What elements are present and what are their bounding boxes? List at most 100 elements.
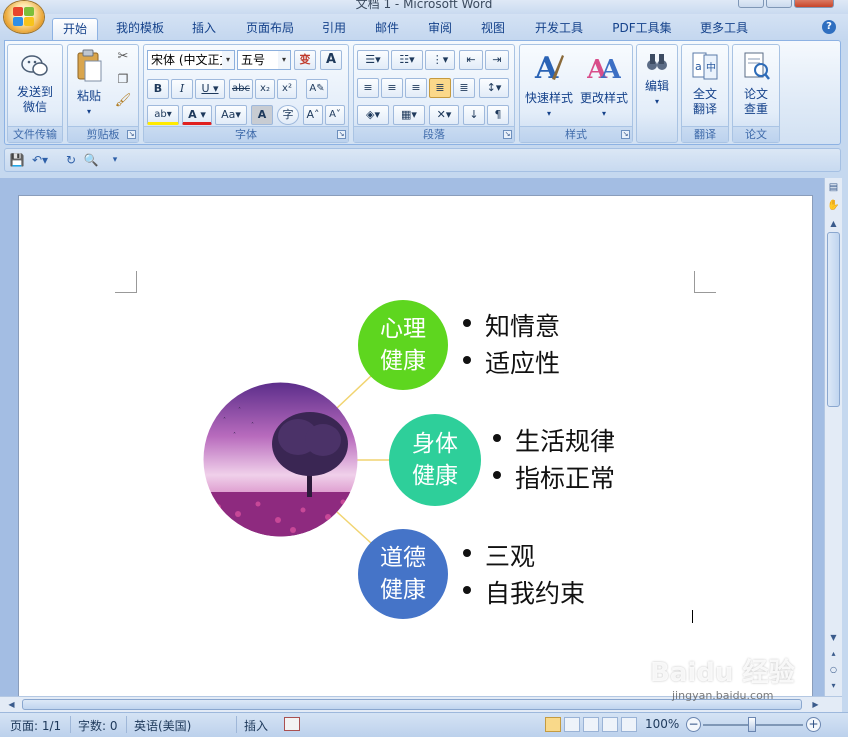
shrink-font-icon[interactable]: A˅ (325, 105, 345, 125)
full-text-translate-button[interactable]: a 中 全文 翻译 (684, 51, 726, 117)
font-launcher-icon[interactable]: ↘ (337, 130, 346, 139)
superscript-icon[interactable]: x² (277, 79, 297, 99)
shading-icon[interactable]: ◈▾ (357, 105, 389, 125)
change-styles-button[interactable]: A A 更改样式 ▾ (576, 49, 632, 121)
undo-icon[interactable]: ↶▾ (29, 152, 51, 168)
editing-button[interactable]: 编辑 ▾ (639, 51, 675, 109)
maximize-button[interactable] (766, 0, 792, 8)
tab-developer[interactable]: 开发工具 (527, 18, 591, 40)
minimize-button[interactable] (738, 0, 764, 8)
tab-insert[interactable]: 插入 (184, 18, 224, 40)
macro-record-icon[interactable] (284, 717, 300, 731)
decrease-indent-icon[interactable]: ⇤ (459, 50, 483, 70)
format-painter-icon[interactable]: 🖌 (112, 92, 134, 112)
send-to-wechat-button[interactable]: 发送到 微信 (10, 53, 60, 115)
previous-page-icon[interactable]: ▴ (826, 646, 841, 662)
outline-view-icon[interactable] (602, 717, 618, 732)
clear-formatting-icon[interactable]: A✎ (306, 79, 328, 99)
cut-icon[interactable]: ✂ (112, 48, 134, 68)
font-color-icon[interactable]: A ▾ (182, 105, 212, 125)
paper-check-button[interactable]: 论文 查重 (735, 51, 777, 117)
character-border-icon[interactable]: A (320, 50, 342, 70)
clipboard-launcher-icon[interactable]: ↘ (127, 130, 136, 139)
zoom-out-icon[interactable]: − (686, 717, 701, 732)
print-layout-view-icon[interactable] (545, 717, 561, 732)
zoom-slider-thumb[interactable] (748, 717, 756, 732)
document-page[interactable]: ˄ ˄ ˄ ˄ 心理 健康 知情意 适应性 身体 健康 生活规律 指标正常 道德 健康 三观… (18, 195, 813, 696)
align-center-icon[interactable]: ≡ (381, 78, 403, 98)
borders-icon[interactable]: ▦▾ (393, 105, 425, 125)
hand-icon[interactable]: ✋ (826, 198, 841, 214)
scroll-down-icon[interactable]: ▼ (826, 630, 841, 646)
redo-icon[interactable]: ↻ (63, 152, 79, 168)
sort-icon[interactable]: ↓ (463, 105, 485, 125)
justify-icon[interactable]: ≣ (429, 78, 451, 98)
node-mental-health[interactable]: 心理 健康 (358, 300, 448, 390)
font-size-combo[interactable]: 五号 ▾ (237, 50, 291, 70)
scroll-left-icon[interactable]: ◀ (4, 697, 19, 713)
tree-landscape-image[interactable]: ˄ ˄ ˄ ˄ (203, 382, 358, 537)
font-name-combo[interactable]: 宋体 (中文正文) ▾ (147, 50, 235, 70)
tab-pdf-tools[interactable]: PDF工具集 (604, 18, 680, 40)
language-status[interactable]: 英语(美国) (134, 717, 191, 734)
subscript-icon[interactable]: x₂ (255, 79, 275, 99)
enclose-characters-icon[interactable]: 字 (277, 105, 299, 125)
styles-launcher-icon[interactable]: ↘ (621, 130, 630, 139)
align-left-icon[interactable]: ≡ (357, 78, 379, 98)
font-name-dropdown-icon[interactable]: ▾ (222, 51, 234, 69)
help-icon[interactable]: ? (822, 20, 836, 34)
node-moral-health[interactable]: 道德 健康 (358, 529, 448, 619)
distributed-icon[interactable]: ≣ (453, 78, 475, 98)
highlight-icon[interactable]: ab▾ (147, 105, 179, 125)
tab-mailings[interactable]: 邮件 (367, 18, 407, 40)
zoom-level[interactable]: 100% (645, 717, 679, 731)
scroll-right-icon[interactable]: ▶ (808, 697, 823, 713)
insert-mode[interactable]: 插入 (244, 717, 268, 734)
ruler-toggle-icon[interactable]: ▤ (826, 180, 841, 196)
tab-review[interactable]: 审阅 (420, 18, 460, 40)
italic-icon[interactable]: I (171, 79, 193, 99)
increase-indent-icon[interactable]: ⇥ (485, 50, 509, 70)
full-screen-reading-icon[interactable] (564, 717, 580, 732)
align-right-icon[interactable]: ≡ (405, 78, 427, 98)
next-page-icon[interactable]: ▾ (826, 678, 841, 694)
copy-icon[interactable]: ❐ (112, 70, 134, 90)
character-shading-icon[interactable]: A (251, 105, 273, 125)
vertical-scroll-thumb[interactable] (827, 232, 840, 407)
office-button[interactable] (4, 1, 44, 33)
grow-font-icon[interactable]: A˄ (303, 105, 323, 125)
page-count[interactable]: 页面: 1/1 (10, 717, 61, 734)
paragraph-launcher-icon[interactable]: ↘ (503, 130, 512, 139)
browse-object-icon[interactable]: ○ (826, 662, 841, 678)
scroll-up-icon[interactable]: ▲ (826, 216, 841, 232)
print-preview-icon[interactable]: 🔍 (83, 152, 99, 168)
tab-references[interactable]: 引用 (314, 18, 354, 40)
font-size-dropdown-icon[interactable]: ▾ (278, 51, 290, 69)
close-button[interactable] (794, 0, 834, 8)
strikethrough-icon[interactable]: abc (229, 79, 253, 99)
tab-view[interactable]: 视图 (473, 18, 513, 40)
node-physical-health[interactable]: 身体 健康 (389, 414, 481, 506)
change-case-icon[interactable]: Aa▾ (215, 105, 247, 125)
phonetic-guide-icon[interactable]: 变 (294, 50, 316, 70)
multilevel-list-icon[interactable]: ⋮▾ (425, 50, 455, 70)
word-count[interactable]: 字数: 0 (78, 717, 118, 734)
vertical-scrollbar[interactable]: ▤ ✋ ▲ ▼ ▴ ○ ▾ (824, 178, 842, 696)
numbering-icon[interactable]: ☷▾ (391, 50, 423, 70)
zoom-in-icon[interactable]: + (806, 717, 821, 732)
bold-icon[interactable]: B (147, 79, 169, 99)
web-layout-icon[interactable] (583, 717, 599, 732)
show-marks-icon[interactable]: ¶ (487, 105, 509, 125)
tab-page-layout[interactable]: 页面布局 (238, 18, 302, 40)
tab-templates[interactable]: 我的模板 (108, 18, 172, 40)
line-spacing-icon[interactable]: ↕▾ (479, 78, 509, 98)
chinese-layout-icon[interactable]: ✕▾ (429, 105, 459, 125)
save-icon[interactable]: 💾 (9, 152, 25, 168)
bullets-icon[interactable]: ☰▾ (357, 50, 389, 70)
tab-more-tools[interactable]: 更多工具 (692, 18, 756, 40)
underline-icon[interactable]: U ▾ (195, 79, 225, 99)
draft-view-icon[interactable] (621, 717, 637, 732)
paste-button[interactable]: 粘贴 ▾ (70, 49, 108, 119)
tab-home[interactable]: 开始 (52, 18, 98, 40)
quick-styles-button[interactable]: A 快速样式 ▾ (522, 49, 576, 121)
